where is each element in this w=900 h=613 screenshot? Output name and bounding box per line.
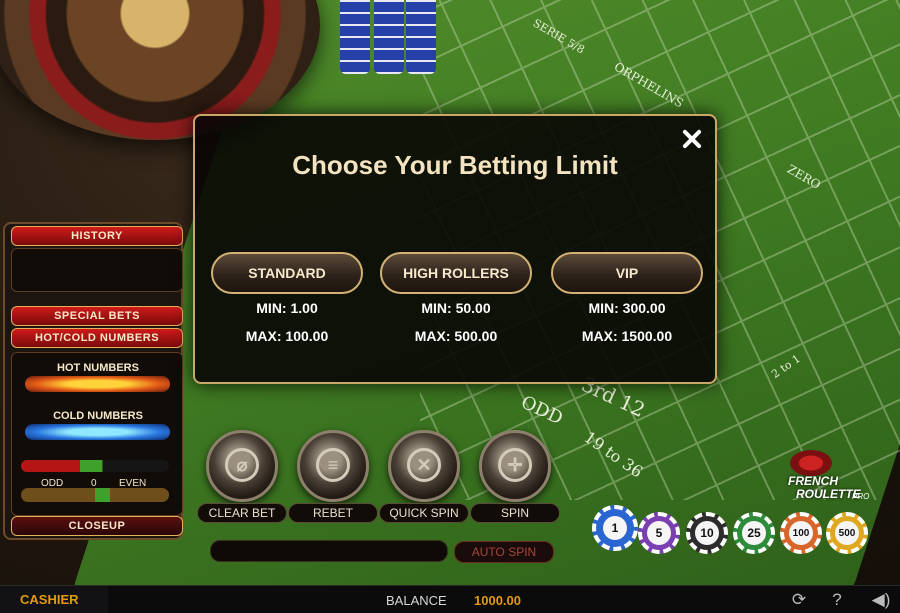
even-label: EVEN [119,478,147,489]
balance-label: BALANCE [386,593,447,608]
chip-100[interactable]: 100 [780,512,822,554]
chip-stack [406,0,436,74]
rebet-label[interactable]: REBET [288,503,378,523]
french-roulette-logo: FRENCH ROULETTE PRO [784,450,874,505]
balance-value: 1000.00 [474,593,521,608]
spin-button[interactable]: ✛ [479,430,551,502]
hot-numbers-bar [25,376,170,392]
chip-5-value: 5 [647,521,671,545]
rebet-button[interactable]: ≡ [297,430,369,502]
chips-stack-icon: ≡ [316,448,350,482]
hot-cold-numbers-button[interactable]: HOT/COLD NUMBERS [11,328,183,348]
close-icon[interactable] [677,124,707,154]
logo-line1: FRENCH [788,474,838,488]
side-panel: HISTORY SPECIAL BETS HOT/COLD NUMBERS HO… [3,222,183,540]
clear-icon: ⌀ [225,448,259,482]
cold-numbers-bar [25,424,170,440]
auto-spin-button[interactable]: AUTO SPIN [454,541,554,563]
standard-max: MAX: 100.00 [245,328,329,344]
game-table-background: SERIE 5/8 ORPHELINS ZERO ODD 3rd 12 19 t… [0,0,900,585]
chip-stack [340,0,370,74]
help-icon[interactable]: ? [826,590,848,610]
standard-limit-button[interactable]: STANDARD [211,252,363,294]
spin-icon: ✛ [498,448,532,482]
standard-min: MIN: 1.00 [256,300,318,316]
bottom-bar: CASHIER BALANCE 1000.00 ⟳ ? ◀) [0,585,900,613]
logo-line2: ROULETTE [796,487,861,501]
zero-label: 0 [91,478,97,489]
high-rollers-limit-button[interactable]: HIGH ROLLERS [380,252,532,294]
refresh-icon[interactable]: ⟳ [788,590,810,610]
high-rollers-max: MAX: 500.00 [414,328,498,344]
odd-even-ratio-bar [21,488,169,502]
logo-pro: PRO [852,492,870,501]
chip-5[interactable]: 5 [638,512,680,554]
history-header[interactable]: HISTORY [11,226,183,246]
vip-limit-button[interactable]: VIP [551,252,703,294]
quick-spin-label[interactable]: QUICK SPIN [379,503,469,523]
odd-label: ODD [41,478,64,489]
chip-100-value: 100 [789,521,813,545]
autospin-slider-track[interactable] [210,540,448,562]
clear-bet-label[interactable]: CLEAR BET [197,503,287,523]
clear-bet-button[interactable]: ⌀ [206,430,278,502]
chip-stack [374,0,404,74]
cold-numbers-label: COLD NUMBERS [53,410,143,422]
chip-25[interactable]: 25 [733,512,775,554]
logo-emblem [790,450,832,476]
special-bets-button[interactable]: SPECIAL BETS [11,306,183,326]
spin-label[interactable]: SPIN [470,503,560,523]
red-black-ratio-bar [21,460,169,472]
quick-spin-icon: ✕ [407,448,441,482]
betting-limit-dialog: Choose Your Betting Limit STANDARD MIN: … [193,114,717,384]
history-display [11,248,183,292]
vip-max: MAX: 1500.00 [581,328,673,344]
high-rollers-min: MIN: 50.00 [421,300,491,316]
dialog-title: Choose Your Betting Limit [292,150,618,180]
chip-1[interactable]: 1 [592,505,638,551]
chip-500[interactable]: 500 [826,512,868,554]
sound-icon[interactable]: ◀) [870,590,892,610]
chip-1-value: 1 [603,516,627,540]
chip-500-value: 500 [835,521,859,545]
hot-numbers-label: HOT NUMBERS [57,362,139,374]
cashier-button[interactable]: CASHIER [0,586,108,613]
quick-spin-button[interactable]: ✕ [388,430,460,502]
chip-10[interactable]: 10 [686,512,728,554]
closeup-button[interactable]: CLOSEUP [11,516,183,536]
chip-10-value: 10 [695,521,719,545]
chip-25-value: 25 [742,521,766,545]
vip-min: MIN: 300.00 [588,300,666,316]
